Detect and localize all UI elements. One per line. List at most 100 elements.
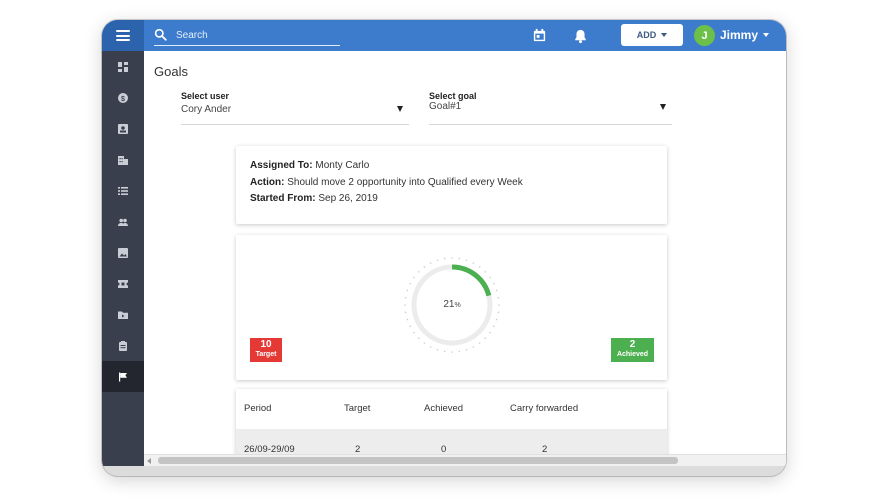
gauge-tick-dot [443,257,446,260]
sidebar: $ [102,51,144,466]
scroll-left-arrow-icon[interactable] [147,458,151,464]
sidebar-item-lists[interactable] [102,175,144,206]
hamburger-icon [116,30,130,41]
menu-button[interactable] [102,20,144,51]
gauge-tick-dot [406,289,409,292]
sidebar-item-companies[interactable] [102,144,144,175]
select-user-value: Cory Ander [181,104,232,115]
achieved-label: Achieved [616,351,649,358]
user-name[interactable]: Jimmy [720,28,758,42]
gauge-tick-dot [423,266,426,268]
column-header-achieved: Achieved [424,403,464,414]
achieved-value: 2 [629,339,636,350]
started-from-label: Started From: [250,193,316,204]
folder-icon [118,311,128,319]
gauge-tick-dot [472,346,475,348]
started-from-line: Started From: Sep 26, 2019 [250,191,653,208]
people-icon [118,218,128,226]
top-bar: ADD J Jimmy [102,20,786,51]
select-goal-dropdown[interactable]: Select goal Goal#1 [429,91,672,125]
gauge-tick-dot [495,318,498,321]
search-icon[interactable] [154,28,167,41]
dropdown-arrow-icon [397,106,403,112]
search-input[interactable] [176,27,336,43]
sidebar-item-dashboard[interactable] [102,51,144,82]
gauge-tick-dot [406,318,409,321]
sidebar-item-tasks[interactable] [102,330,144,361]
action-value: Should move 2 opportunity into Qualified… [287,176,523,188]
dollar-icon: $ [118,92,128,103]
sidebar-item-media[interactable] [102,237,144,268]
gauge-tick-dot [495,289,498,292]
notification-bell-icon[interactable] [573,28,588,44]
horizontal-scrollbar[interactable] [144,454,786,466]
dropdown-arrow-icon [660,104,666,110]
assigned-to-value: Monty Carlo [315,160,370,171]
app-screen: ADD J Jimmy $ [102,20,786,466]
gauge-tick-dot [489,331,491,334]
gauge-tick-dot [465,259,468,262]
gauge-tick-dot [478,342,481,344]
main-content: Goals Select user Cory Ander Select goal… [144,51,786,466]
gauge-tick-dot [493,282,495,285]
gauge-tick-dot [472,262,475,264]
flag-icon [119,372,127,381]
gauge-tick-dot [436,348,439,351]
action-line: Action: Should move 2 opportunity into Q… [250,175,653,192]
gauge-tick-dot [417,270,420,273]
gauge-tick-dot [436,259,439,262]
target-badge: 10 Target [250,338,282,362]
gauge-tick-dot [458,350,461,353]
list-icon [118,186,128,195]
sidebar-item-contacts[interactable] [102,113,144,144]
goal-progress-card: 21% 10 Target 2 Achieved [236,235,667,380]
target-value: 10 [260,339,272,350]
add-button-label: ADD [636,30,657,40]
chevron-down-icon [661,33,668,37]
user-avatar[interactable]: J [694,25,715,46]
assigned-to-label: Assigned To: [250,160,313,171]
goal-info-card: Assigned To: Monty Carlo Action: Should … [236,146,667,224]
page-title: Goals [154,64,188,79]
table-header: Period Target Achieved Carry forwarded [236,389,667,429]
gauge-tick-dot [423,342,426,344]
search-bar [154,26,340,46]
sidebar-item-tickets[interactable] [102,268,144,299]
column-header-target: Target [344,403,371,414]
user-menu-chevron-icon[interactable] [763,33,769,37]
scrollbar-thumb[interactable] [158,457,678,464]
gauge-tick-dot [429,346,432,348]
calendar-icon[interactable] [532,28,547,43]
progress-percent: 21% [402,299,502,310]
gauge-tick-dot [417,337,420,340]
gauge-tick-dot [458,257,461,260]
select-user-label: Select user [181,91,230,101]
gauge-tick-dot [409,282,411,285]
column-header-period: Period [244,403,272,414]
gauge-tick-dot [429,262,432,264]
gauge-tick-dot [413,331,415,334]
gauge-tick-dot [484,270,487,273]
gauge-tick-dot [409,325,411,328]
device-frame: ADD J Jimmy $ [102,20,786,476]
sidebar-item-files[interactable] [102,299,144,330]
clipboard-icon [119,340,127,351]
add-button[interactable]: ADD [621,24,683,46]
sidebar-item-people[interactable] [102,206,144,237]
gauge-tick-dot [478,266,481,268]
building-icon [118,155,128,165]
gauge-tick-dot [484,337,487,340]
gauge-tick-dot [493,325,495,328]
progress-percent-symbol: % [454,302,461,309]
dashboard-icon [118,61,128,72]
select-goal-value: Goal#1 [429,101,462,112]
gauge-tick-dot [465,348,468,351]
select-goal-label: Select goal [429,91,477,101]
sidebar-item-goals[interactable] [102,361,144,392]
column-header-carry-forwarded: Carry forwarded [510,403,579,414]
gauge-tick-dot [489,276,491,279]
select-user-dropdown[interactable]: Select user Cory Ander [181,91,409,125]
sidebar-item-sales[interactable]: $ [102,82,144,113]
image-icon [118,247,128,258]
gauge-tick-dot [443,350,446,353]
